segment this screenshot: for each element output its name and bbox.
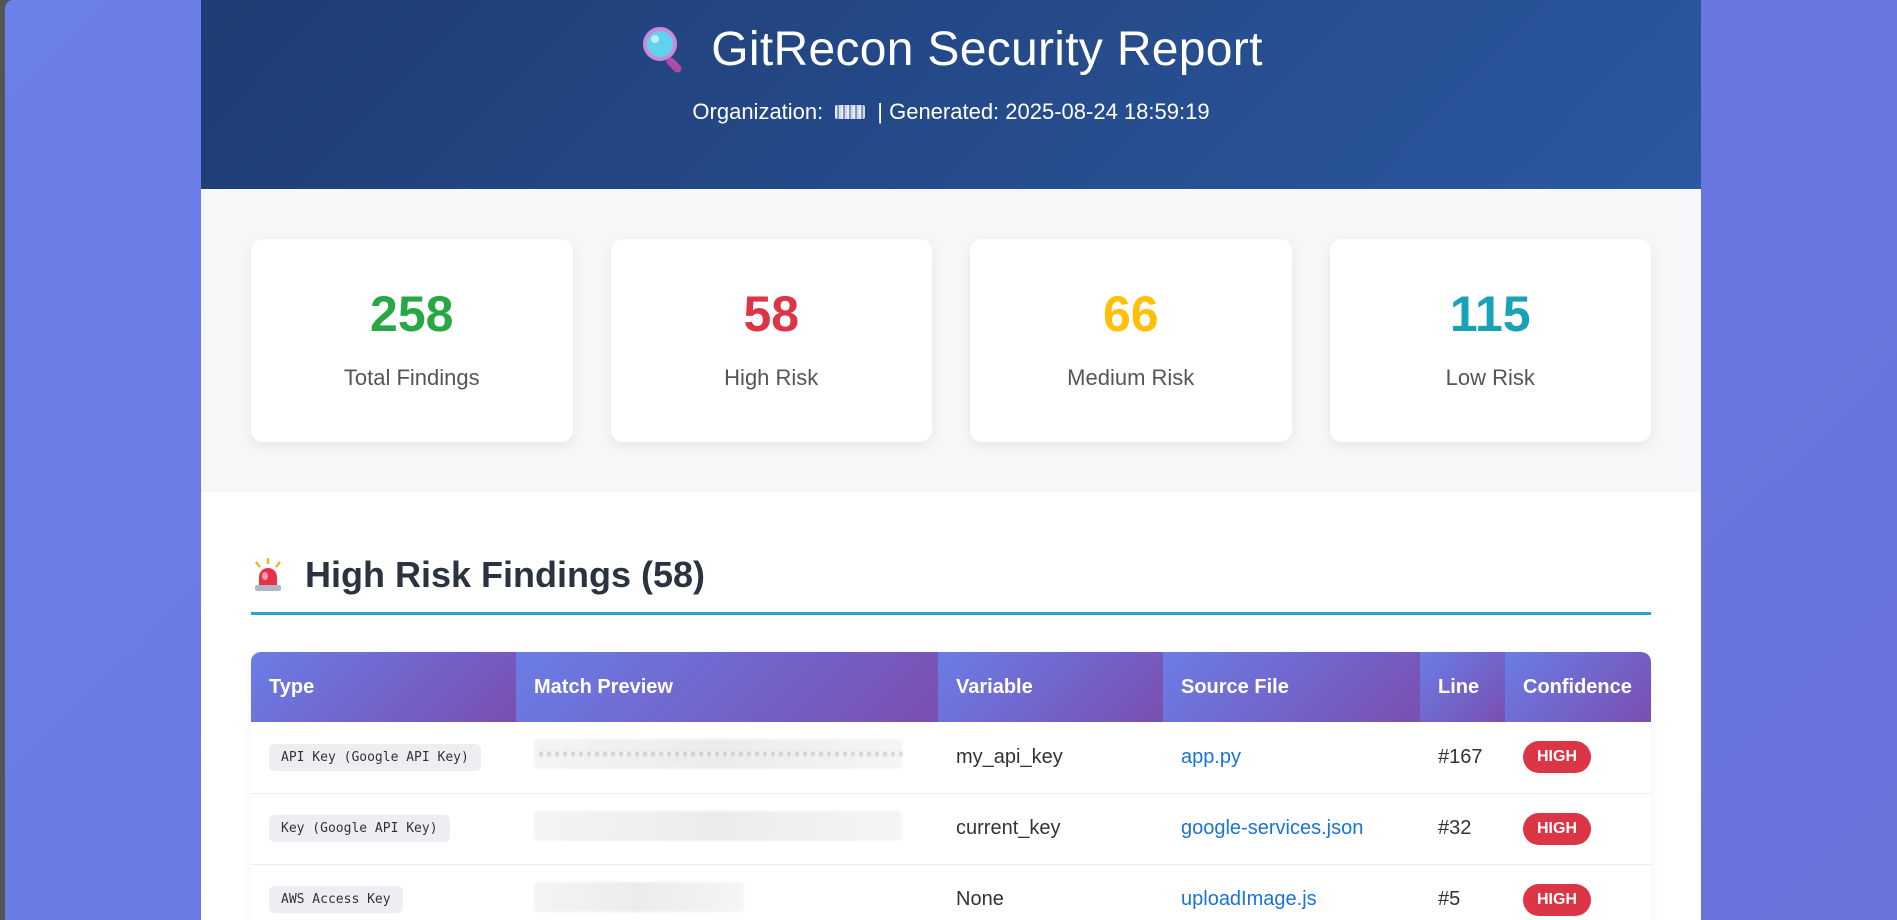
type-chip: API Key (Google API Key): [269, 743, 481, 771]
stat-label: Medium Risk: [1067, 365, 1195, 390]
stat-value: 115: [1449, 286, 1531, 342]
redacted-preview: [534, 810, 902, 841]
column-header-match-preview[interactable]: Match Preview: [516, 652, 938, 722]
confidence-badge: HIGH: [1523, 883, 1591, 916]
generated-timestamp: | Generated: 2025-08-24 18:59:19: [877, 99, 1210, 124]
redacted-preview: [534, 881, 744, 912]
title-row: GitRecon Security Report: [201, 22, 1701, 77]
section-title: High Risk Findings (58): [305, 554, 706, 595]
column-header-variable[interactable]: Variable: [938, 652, 1163, 722]
source-file-cell: google-services.json: [1163, 793, 1420, 865]
redacted-preview: [534, 739, 902, 770]
stat-label: High Risk: [724, 365, 819, 390]
findings-table-wrapper: Type Match Preview Variable Source File …: [251, 652, 1651, 920]
stat-value: 58: [743, 286, 800, 342]
table-row: API Key (Google API Key) my_api_key app.…: [251, 722, 1651, 794]
stat-value: 66: [1102, 286, 1159, 342]
source-file-cell: app.py: [1163, 722, 1420, 794]
page-background: GitRecon Security Report Organization: |…: [5, 0, 1897, 920]
confidence-badge: HIGH: [1523, 741, 1591, 774]
line-cell: #32: [1420, 793, 1505, 865]
organization-label: Organization:: [692, 99, 824, 124]
stat-label: Total Findings: [343, 365, 480, 390]
type-cell: API Key (Google API Key): [251, 722, 516, 794]
organization-logo: [835, 105, 866, 119]
siren-icon: [255, 558, 281, 591]
line-cell: #167: [1420, 722, 1505, 794]
type-chip: AWS Access Key: [269, 886, 403, 913]
confidence-cell: HIGH: [1505, 793, 1651, 865]
variable-cell: current_key: [938, 793, 1163, 865]
table-header-row: Type Match Preview Variable Source File …: [251, 652, 1651, 722]
table-row: AWS Access Key None uploadImage.js #5 HI…: [251, 864, 1651, 920]
match-preview-cell: [516, 793, 938, 865]
match-preview-cell: [516, 722, 938, 794]
stat-card-low: 115 Low Risk: [1329, 239, 1651, 442]
stat-card-medium: 66 Medium Risk: [970, 239, 1292, 442]
section-header: High Risk Findings (58): [251, 554, 1651, 615]
report-header: GitRecon Security Report Organization: |…: [201, 0, 1701, 189]
confidence-cell: HIGH: [1505, 722, 1651, 794]
type-cell: Key (Google API Key): [251, 793, 516, 865]
page-title: GitRecon Security Report: [711, 23, 1263, 76]
stat-label: Low Risk: [1445, 365, 1535, 390]
variable-cell: my_api_key: [938, 722, 1163, 794]
magnifier-icon: [643, 26, 682, 73]
stat-card-total: 258 Total Findings: [251, 239, 573, 442]
table-row: Key (Google API Key) current_key google-…: [251, 793, 1651, 865]
line-cell: #5: [1420, 864, 1505, 920]
source-file-link[interactable]: google-services.json: [1181, 817, 1363, 839]
report-container: GitRecon Security Report Organization: |…: [201, 0, 1701, 920]
column-header-source-file[interactable]: Source File: [1163, 652, 1420, 722]
findings-table: Type Match Preview Variable Source File …: [251, 652, 1651, 920]
stat-card-high: 58 High Risk: [610, 239, 932, 442]
match-preview-cell: [516, 864, 938, 920]
source-file-link[interactable]: uploadImage.js: [1181, 888, 1317, 910]
type-cell: AWS Access Key: [251, 864, 516, 920]
column-header-confidence[interactable]: Confidence: [1505, 652, 1651, 722]
report-subtitle: Organization: | Generated: 2025-08-24 18…: [201, 99, 1701, 125]
source-file-link[interactable]: app.py: [1181, 746, 1241, 768]
column-header-type[interactable]: Type: [251, 652, 516, 722]
stats-panel: 258 Total Findings 58 High Risk 66 Mediu…: [201, 189, 1701, 492]
type-chip: Key (Google API Key): [269, 815, 450, 842]
column-header-line[interactable]: Line: [1420, 652, 1505, 722]
confidence-cell: HIGH: [1505, 864, 1651, 920]
variable-cell: None: [938, 864, 1163, 920]
source-file-cell: uploadImage.js: [1163, 864, 1420, 920]
stat-value: 258: [370, 286, 454, 342]
high-risk-section: High Risk Findings (58) Type Match Previ…: [201, 492, 1701, 920]
confidence-badge: HIGH: [1523, 812, 1591, 845]
